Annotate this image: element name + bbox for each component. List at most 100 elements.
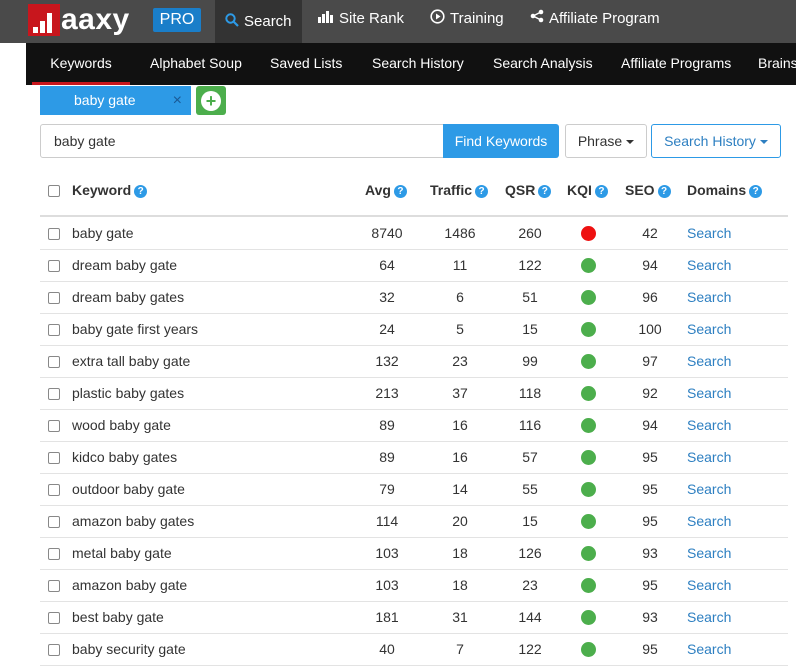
row-checkbox[interactable] <box>48 388 60 400</box>
domains-search-link[interactable]: Search <box>687 474 731 505</box>
qsr-cell: 23 <box>522 577 538 593</box>
table-row: dream baby gates 32 6 51 96 Search <box>40 282 788 314</box>
domains-search-link[interactable]: Search <box>687 538 731 569</box>
subnav-alphabet-soup[interactable]: Alphabet Soup <box>150 43 242 85</box>
kqi-status-dot <box>581 226 596 241</box>
seo-cell: 95 <box>642 513 658 529</box>
row-checkbox[interactable] <box>48 228 60 240</box>
help-icon[interactable]: ? <box>657 185 671 198</box>
subnav-search-analysis[interactable]: Search Analysis <box>493 43 593 85</box>
keyword-cell: kidco baby gates <box>72 449 178 465</box>
domains-search-link[interactable]: Search <box>687 346 731 377</box>
qsr-cell: 51 <box>522 289 538 305</box>
traffic-cell: 20 <box>452 513 468 529</box>
row-checkbox[interactable] <box>48 580 60 592</box>
traffic-cell: 16 <box>452 417 468 433</box>
header-kqi[interactable]: KQI? <box>567 170 608 215</box>
traffic-cell: 7 <box>456 641 464 657</box>
avg-cell: 64 <box>379 257 395 273</box>
avg-cell: 114 <box>375 513 399 529</box>
subnav-keywords[interactable]: Keywords <box>32 43 130 85</box>
nav-search[interactable]: Search <box>215 0 302 43</box>
nav-search-label: Search <box>244 13 292 30</box>
row-checkbox[interactable] <box>48 452 60 464</box>
pro-badge: PRO <box>153 8 201 32</box>
domains-search-link[interactable]: Search <box>687 570 731 601</box>
domains-search-link[interactable]: Search <box>687 314 731 345</box>
domains-search-link[interactable]: Search <box>687 378 731 409</box>
domains-search-link[interactable]: Search <box>687 410 731 441</box>
keyword-search-input[interactable] <box>40 124 444 158</box>
kqi-status-dot <box>581 386 596 401</box>
kqi-status-dot <box>581 546 596 561</box>
share-icon <box>530 9 544 27</box>
row-checkbox[interactable] <box>48 324 60 336</box>
help-icon[interactable]: ? <box>594 185 608 198</box>
logo[interactable]: aaxy <box>28 4 130 36</box>
table-header: Keyword? Avg? Traffic? QSR? KQI? SEO? Do… <box>40 170 788 217</box>
domains-search-link[interactable]: Search <box>687 506 731 537</box>
domains-search-link[interactable]: Search <box>687 442 731 473</box>
header-domains[interactable]: Domains? <box>687 170 763 215</box>
subnav-search-history[interactable]: Search History <box>372 43 464 85</box>
traffic-cell: 5 <box>456 321 464 337</box>
help-icon[interactable]: ? <box>749 185 763 198</box>
row-checkbox[interactable] <box>48 260 60 272</box>
nav-site-rank[interactable]: Site Rank <box>318 0 404 36</box>
header-avg[interactable]: Avg? <box>365 170 407 215</box>
row-checkbox[interactable] <box>48 356 60 368</box>
header-qsr-label: QSR <box>505 182 536 198</box>
help-icon[interactable]: ? <box>393 185 407 198</box>
header-keyword[interactable]: Keyword? <box>72 170 148 215</box>
nav-affiliate-program[interactable]: Affiliate Program <box>530 0 660 36</box>
select-all-checkbox[interactable] <box>48 185 60 197</box>
row-checkbox[interactable] <box>48 420 60 432</box>
keyword-cell: amazon baby gates <box>72 513 195 529</box>
traffic-cell: 11 <box>452 257 468 273</box>
keyword-cell: baby security gate <box>72 641 186 657</box>
find-keywords-button[interactable]: Find Keywords <box>443 124 559 158</box>
subnav-brainstorm[interactable]: Brains <box>758 43 796 85</box>
header-seo[interactable]: SEO? <box>625 170 671 215</box>
kqi-status-dot <box>581 418 596 433</box>
header-qsr[interactable]: QSR? <box>505 170 552 215</box>
kqi-status-dot <box>581 514 596 529</box>
qsr-cell: 122 <box>518 257 542 273</box>
row-checkbox[interactable] <box>48 644 60 656</box>
search-history-dropdown[interactable]: Search History <box>651 124 781 158</box>
seo-cell: 95 <box>642 449 658 465</box>
help-icon[interactable]: ? <box>538 185 552 198</box>
keyword-cell: baby gate <box>72 225 134 241</box>
traffic-cell: 23 <box>452 353 468 369</box>
domains-search-link[interactable]: Search <box>687 634 731 665</box>
domains-search-link[interactable]: Search <box>687 250 731 281</box>
seo-cell: 95 <box>642 641 658 657</box>
nav-site-rank-label: Site Rank <box>339 9 405 27</box>
subnav-affiliate-programs[interactable]: Affiliate Programs <box>621 43 731 85</box>
row-checkbox[interactable] <box>48 292 60 304</box>
subnav-saved-lists[interactable]: Saved Lists <box>270 43 342 85</box>
nav-training[interactable]: Training <box>430 0 504 36</box>
table-row: baby security gate 40 7 122 95 Search <box>40 634 788 666</box>
qsr-cell: 57 <box>522 449 538 465</box>
search-tab-baby-gate[interactable]: baby gate × <box>40 86 191 115</box>
row-checkbox[interactable] <box>48 516 60 528</box>
row-checkbox[interactable] <box>48 612 60 624</box>
kqi-status-dot <box>581 642 596 657</box>
phrase-dropdown[interactable]: Phrase <box>565 124 647 158</box>
close-icon[interactable]: × <box>173 86 182 115</box>
phrase-dropdown-label: Phrase <box>577 133 623 149</box>
table-row: outdoor baby gate 79 14 55 95 Search <box>40 474 788 506</box>
add-search-tab-button[interactable]: + <box>196 86 226 115</box>
traffic-cell: 18 <box>452 577 468 593</box>
row-checkbox[interactable] <box>48 484 60 496</box>
help-icon[interactable]: ? <box>134 185 148 198</box>
seo-cell: 94 <box>642 417 658 433</box>
domains-search-link[interactable]: Search <box>687 602 731 633</box>
domains-search-link[interactable]: Search <box>687 282 731 313</box>
keyword-cell: outdoor baby gate <box>72 481 185 497</box>
row-checkbox[interactable] <box>48 548 60 560</box>
help-icon[interactable]: ? <box>475 185 489 198</box>
header-traffic[interactable]: Traffic? <box>430 170 489 215</box>
domains-search-link[interactable]: Search <box>687 218 731 249</box>
